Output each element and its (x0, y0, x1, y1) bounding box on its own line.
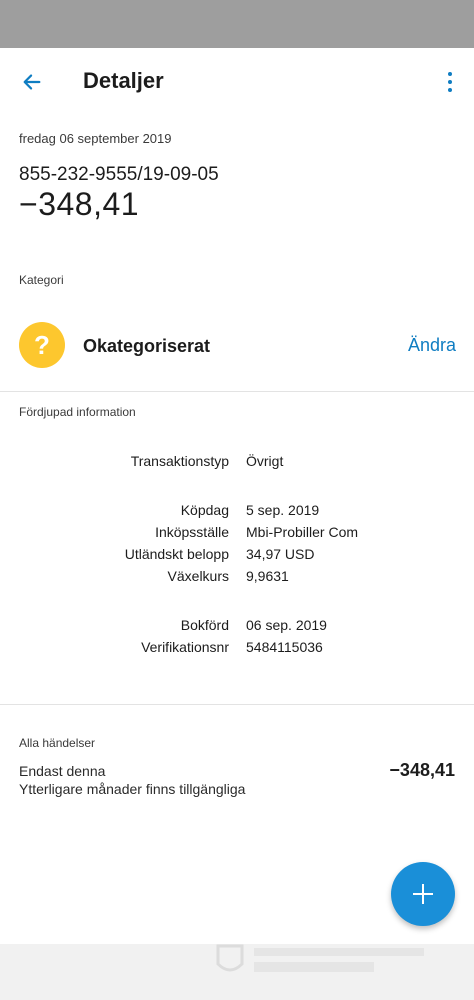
event-amount: −348,41 (389, 760, 455, 780)
detail-label: Bokförd (180, 617, 229, 633)
transaction-reference: 855-232-9555/19-09-05 (19, 164, 219, 185)
detail-value: 34,97 USD (246, 546, 315, 562)
transaction-amount: −348,41 (19, 186, 140, 222)
detail-value: Mbi-Probiller Com (246, 524, 359, 540)
change-category-button[interactable]: Ändra (408, 335, 456, 356)
detail-label: Växelkurs (167, 568, 229, 584)
detail-row-purchase-date: Köpdag 5 sep. 2019 (0, 502, 474, 524)
back-button[interactable] (14, 64, 50, 100)
watermark-logo (216, 944, 424, 972)
page-title: Detaljer (83, 68, 164, 93)
category-section-label: Kategori (19, 273, 64, 287)
more-vertical-icon (448, 72, 452, 76)
details-section-label: Fördjupad information (19, 405, 136, 419)
detail-label: Verifikationsnr (141, 639, 229, 655)
detail-label: Köpdag (180, 502, 229, 518)
status-bar (0, 0, 474, 48)
app-bar: Detaljer (0, 48, 474, 114)
detail-value: 5 sep. 2019 (246, 502, 320, 518)
detail-row-foreign-amount: Utländskt belopp 34,97 USD (0, 546, 474, 568)
divider (0, 704, 474, 705)
event-subtitle: Ytterligare månader finns tillgängliga (19, 781, 246, 797)
detail-value: 06 sep. 2019 (246, 617, 327, 633)
detail-row-merchant: Inköpsställe Mbi-Probiller Com (0, 524, 474, 546)
question-mark-icon: ? (19, 322, 65, 368)
divider (0, 391, 474, 392)
event-title: Endast denna (19, 763, 106, 779)
detail-label: Utländskt belopp (124, 546, 229, 562)
detail-label: Inköpsställe (155, 524, 229, 540)
detail-value: Övrigt (246, 453, 284, 469)
detail-row-exchange-rate: Växelkurs 9,9631 (0, 568, 474, 590)
category-name: Okategoriserat (83, 336, 211, 356)
transaction-date: fredag 06 september 2019 (19, 131, 172, 146)
arrow-left-icon (23, 74, 41, 90)
category-row[interactable]: ? Okategoriserat Ändra (0, 318, 474, 374)
events-section-label: Alla händelser (19, 736, 96, 750)
detail-row-transaction-type: Transaktionstyp Övrigt (0, 453, 474, 475)
add-fab-button[interactable] (391, 862, 455, 926)
detail-row-verification: Verifikationsnr 5484115036 (0, 639, 474, 661)
more-options-button[interactable] (440, 64, 460, 100)
detail-row-booked: Bokförd 06 sep. 2019 (0, 617, 474, 639)
detail-value: 9,9631 (246, 568, 289, 584)
detail-label: Transaktionstyp (130, 453, 229, 469)
detail-value: 5484115036 (246, 639, 323, 655)
